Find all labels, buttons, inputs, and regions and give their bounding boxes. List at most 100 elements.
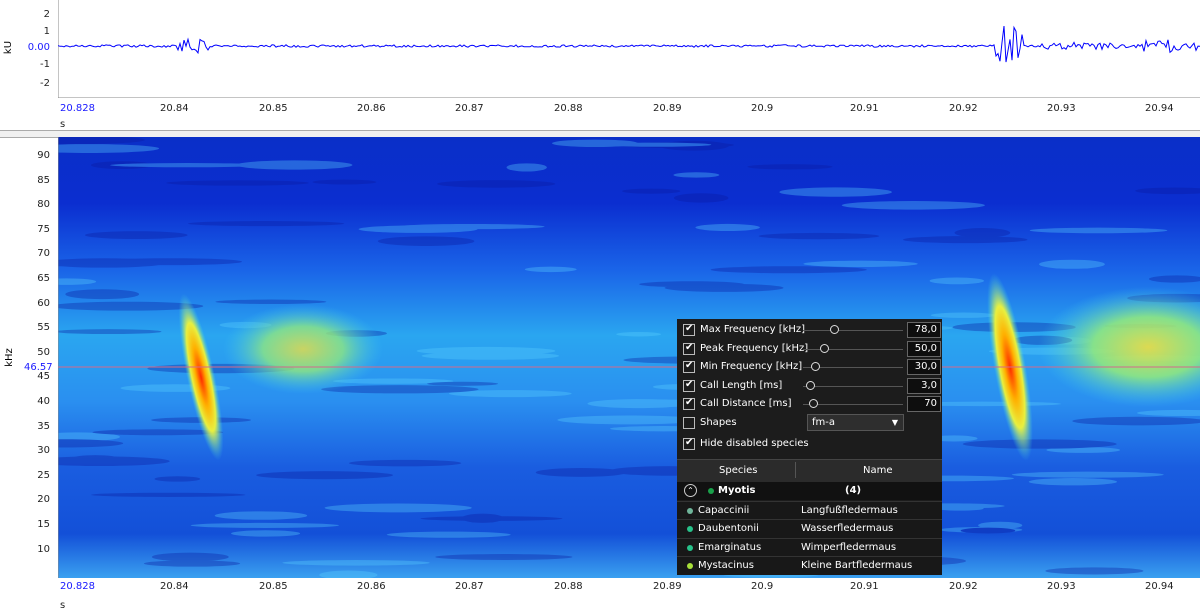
hide-disabled-checkbox[interactable]: [683, 438, 695, 450]
species-table-header: Species Name: [677, 459, 942, 483]
param-value-input[interactable]: 70: [907, 396, 941, 412]
species-name: Capaccinii: [698, 505, 749, 516]
chevron-down-icon: ▼: [892, 415, 898, 430]
x-tick-label: 20.87: [455, 103, 484, 114]
waveform-panel[interactable]: kU 2 1 0.00 -1 -2 20.828 20.84 20.85 20.86 2…: [0, 0, 1200, 130]
x-tick-label: 20.93: [1047, 581, 1076, 592]
param-slider-track[interactable]: [803, 349, 903, 350]
param-label: Min Frequency [kHz]: [700, 361, 802, 372]
species-row[interactable]: Emarginatus Wimperfledermaus: [677, 538, 942, 557]
param-row: Call Distance [ms] 70: [683, 396, 938, 412]
param-label: Max Frequency [kHz]: [700, 324, 805, 335]
param-slider-knob[interactable]: [809, 399, 818, 408]
spectrogram-panel[interactable]: kHz 90 85 80 75 70 65 60 55 50 45 40 35 30 25 20 15 10 4…: [0, 137, 1200, 611]
col-name[interactable]: Name: [863, 465, 893, 476]
species-status-icon: [687, 526, 693, 532]
param-row: Max Frequency [kHz] 78,0: [683, 322, 938, 338]
y-tick-label: 75: [24, 224, 50, 235]
x-tick-label: 20.88: [554, 581, 583, 592]
species-common-name: Langfußfledermaus: [801, 505, 898, 516]
species-name: Daubentonii: [698, 523, 759, 534]
hide-disabled-row: Hide disabled species: [683, 436, 938, 452]
waveform-y-tick-zero: 0.00: [24, 42, 50, 53]
species-row[interactable]: Daubentonii Wasserfledermaus: [677, 519, 942, 538]
x-tick-label: 20.85: [259, 103, 288, 114]
param-slider-knob[interactable]: [820, 344, 829, 353]
spectrogram-unit-label: kHz: [4, 348, 15, 367]
y-tick-label: 25: [24, 470, 50, 481]
x-tick-label: 20.94: [1145, 581, 1174, 592]
species-name: Emarginatus: [698, 542, 761, 553]
shapes-select[interactable]: fm-a ▼: [807, 414, 904, 431]
y-tick-label: 50: [24, 347, 50, 358]
species-row[interactable]: Capaccinii Langfußfledermaus: [677, 501, 942, 520]
waveform-y-tick: 2: [24, 9, 50, 20]
param-value-input[interactable]: 3,0: [907, 378, 941, 394]
param-checkbox[interactable]: [683, 380, 695, 392]
waveform-y-tick: -2: [24, 78, 50, 89]
y-tick-label: 45: [24, 371, 50, 382]
waveform-unit-label: kU: [3, 41, 14, 54]
param-checkbox[interactable]: [683, 361, 695, 373]
shapes-checkbox[interactable]: [683, 417, 695, 429]
x-tick-label: 20.89: [653, 103, 682, 114]
y-tick-label: 60: [24, 298, 50, 309]
y-tick-label: 90: [24, 150, 50, 161]
x-tick-label: 20.94: [1145, 103, 1174, 114]
x-tick-label: 20.93: [1047, 103, 1076, 114]
y-tick-label: 10: [24, 544, 50, 555]
param-row: Min Frequency [kHz] 30,0: [683, 359, 938, 375]
species-group-myotis[interactable]: ⌃ Myotis (4): [677, 482, 942, 500]
param-label: Call Distance [ms]: [700, 398, 792, 409]
species-status-icon: [687, 563, 693, 569]
y-tick-label: 20: [24, 494, 50, 505]
group-count: (4): [845, 485, 861, 496]
spectrogram-cursor-value: 46.57: [24, 362, 50, 373]
y-tick-label: 35: [24, 421, 50, 432]
param-label: Call Length [ms]: [700, 380, 782, 391]
waveform-y-tick: -1: [24, 59, 50, 70]
col-species[interactable]: Species: [719, 465, 758, 476]
group-status-icon: [708, 488, 714, 494]
hide-disabled-label: Hide disabled species: [700, 438, 809, 449]
param-row: Peak Frequency [kHz] 50,0: [683, 341, 938, 357]
x-tick-label: 20.84: [160, 581, 189, 592]
waveform-y-tick: 1: [24, 26, 50, 37]
y-tick-label: 15: [24, 519, 50, 530]
species-name: Mystacinus: [698, 560, 754, 571]
shapes-label: Shapes: [700, 417, 737, 428]
x-tick-label: 20.91: [850, 103, 879, 114]
param-slider-knob[interactable]: [811, 362, 820, 371]
param-slider-knob[interactable]: [830, 325, 839, 334]
param-checkbox[interactable]: [683, 324, 695, 336]
species-row[interactable]: Mystacinus Kleine Bartfledermaus: [677, 556, 942, 575]
y-tick-label: 65: [24, 273, 50, 284]
param-label: Peak Frequency [kHz]: [700, 343, 808, 354]
x-start-tick: 20.828: [60, 581, 95, 592]
x-tick-label: 20.92: [949, 103, 978, 114]
param-checkbox[interactable]: [683, 398, 695, 410]
species-status-icon: [687, 508, 693, 514]
y-tick-label: 40: [24, 396, 50, 407]
param-slider-track[interactable]: [803, 330, 903, 331]
param-slider-knob[interactable]: [806, 381, 815, 390]
param-value-input[interactable]: 78,0: [907, 322, 941, 338]
collapse-icon[interactable]: ⌃: [684, 484, 697, 497]
x-tick-label: 20.87: [455, 581, 484, 592]
param-slider-track[interactable]: [803, 386, 903, 387]
x-tick-label: 20.84: [160, 103, 189, 114]
param-value-input[interactable]: 50,0: [907, 341, 941, 357]
species-common-name: Kleine Bartfledermaus: [801, 560, 912, 571]
waveform-x-unit: s: [60, 119, 65, 130]
x-tick-label: 20.86: [357, 103, 386, 114]
spectrogram-plot[interactable]: [58, 137, 1200, 578]
x-tick-label: 20.9: [751, 581, 773, 592]
waveform-plot[interactable]: [58, 0, 1200, 98]
species-common-name: Wasserfledermaus: [801, 523, 893, 534]
param-row: Call Length [ms] 3,0: [683, 378, 938, 394]
param-slider-track[interactable]: [803, 404, 903, 405]
param-value-input[interactable]: 30,0: [907, 359, 941, 375]
species-filter-panel: Max Frequency [kHz] 78,0 Peak Frequency [k…: [677, 319, 942, 572]
param-checkbox[interactable]: [683, 343, 695, 355]
y-tick-label: 55: [24, 322, 50, 333]
